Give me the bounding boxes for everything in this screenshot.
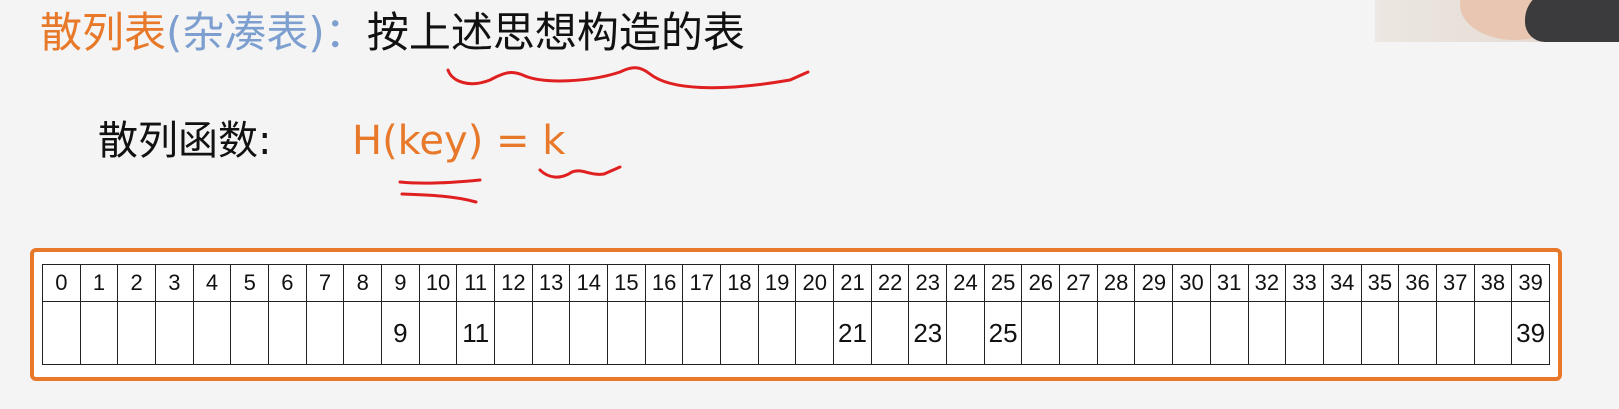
index-cell: 29 bbox=[1134, 264, 1174, 302]
index-cell: 4 bbox=[192, 264, 232, 302]
key-underline-1 bbox=[398, 178, 482, 185]
value-cell: 39 bbox=[1511, 301, 1550, 365]
value-cell bbox=[418, 301, 458, 365]
index-cell: 21 bbox=[833, 264, 872, 302]
index-cell: 31 bbox=[1209, 264, 1249, 302]
value-cell bbox=[1473, 301, 1513, 365]
index-cell: 2 bbox=[117, 264, 157, 302]
index-cell: 24 bbox=[946, 264, 985, 302]
index-cell: 26 bbox=[1021, 264, 1061, 302]
value-cell bbox=[1247, 301, 1287, 365]
index-cell: 15 bbox=[607, 264, 646, 302]
title-term: 散列表 bbox=[40, 8, 167, 57]
index-cell: 28 bbox=[1096, 264, 1136, 302]
index-cell: 37 bbox=[1435, 264, 1475, 302]
value-cell bbox=[79, 301, 119, 365]
index-cell: 17 bbox=[682, 264, 722, 302]
title-alias: (杂凑表) bbox=[166, 8, 325, 57]
value-cell bbox=[607, 301, 646, 365]
value-cell bbox=[155, 301, 194, 365]
value-cell bbox=[1172, 301, 1211, 365]
title-underline-brace bbox=[446, 66, 810, 90]
hash-table: 0 1 2 3 4 5 6 7 8 9 10 11 12 13 14 15 16 17 18 19 20 21 22 23 24… bbox=[42, 264, 1550, 365]
index-cell: 20 bbox=[795, 264, 835, 302]
hash-function-line: 散列函数: bbox=[98, 112, 271, 170]
index-cell: 16 bbox=[644, 264, 684, 302]
value-cell bbox=[757, 301, 797, 365]
value-cell: 9 bbox=[381, 301, 420, 365]
index-cell: 13 bbox=[531, 264, 571, 302]
value-cell: 21 bbox=[833, 301, 872, 365]
index-cell: 38 bbox=[1473, 264, 1513, 302]
index-cell: 32 bbox=[1247, 264, 1287, 302]
index-cell: 25 bbox=[983, 264, 1023, 302]
value-cell bbox=[230, 301, 270, 365]
index-cell: 0 bbox=[42, 264, 81, 302]
value-cell bbox=[268, 301, 307, 365]
hash-function-label: 散列函数: bbox=[98, 118, 272, 164]
hash-function-formula: H(key) = k bbox=[352, 118, 566, 164]
index-cell: 9 bbox=[381, 264, 420, 302]
value-cell bbox=[569, 301, 609, 365]
index-cell: 30 bbox=[1172, 264, 1211, 302]
value-cell bbox=[305, 301, 345, 365]
value-cell bbox=[682, 301, 722, 365]
title-colon: ： bbox=[324, 8, 367, 57]
index-cell: 18 bbox=[720, 264, 759, 302]
value-cell bbox=[1134, 301, 1174, 365]
value-cell bbox=[1435, 301, 1475, 365]
value-cell bbox=[1285, 301, 1324, 365]
index-cell: 11 bbox=[456, 264, 496, 302]
value-cell bbox=[1021, 301, 1061, 365]
value-cell: 25 bbox=[983, 301, 1023, 365]
index-cell: 23 bbox=[908, 264, 948, 302]
value-cell bbox=[720, 301, 759, 365]
index-cell: 10 bbox=[418, 264, 458, 302]
index-cell: 34 bbox=[1322, 264, 1362, 302]
index-cell: 22 bbox=[870, 264, 910, 302]
index-cell: 14 bbox=[569, 264, 609, 302]
value-cell bbox=[795, 301, 835, 365]
value-cell: 23 bbox=[908, 301, 948, 365]
index-cell: 19 bbox=[757, 264, 797, 302]
value-cell bbox=[946, 301, 985, 365]
value-cell bbox=[1209, 301, 1249, 365]
value-cell bbox=[1398, 301, 1437, 365]
index-cell: 7 bbox=[305, 264, 345, 302]
index-cell: 3 bbox=[155, 264, 194, 302]
index-cell: 36 bbox=[1398, 264, 1437, 302]
index-row: 0 1 2 3 4 5 6 7 8 9 10 11 12 13 14 15 16 17 18 19 20 21 22 23 24… bbox=[42, 264, 1550, 302]
value-cell bbox=[117, 301, 157, 365]
index-cell: 39 bbox=[1511, 264, 1550, 302]
value-cell bbox=[531, 301, 571, 365]
index-cell: 35 bbox=[1360, 264, 1400, 302]
index-cell: 27 bbox=[1059, 264, 1098, 302]
index-cell: 12 bbox=[494, 264, 533, 302]
key-underline-2 bbox=[400, 192, 478, 204]
index-cell: 5 bbox=[230, 264, 270, 302]
index-cell: 8 bbox=[343, 264, 383, 302]
value-cell bbox=[1360, 301, 1400, 365]
value-cell bbox=[1059, 301, 1098, 365]
index-cell: 1 bbox=[79, 264, 119, 302]
slide-title: 散列表(杂凑表)：按上述思想构造的表 bbox=[40, 4, 745, 62]
value-cell bbox=[494, 301, 533, 365]
value-cell bbox=[1322, 301, 1362, 365]
title-definition: 按上述思想构造的表 bbox=[366, 8, 745, 57]
value-cell bbox=[42, 301, 81, 365]
value-cell bbox=[644, 301, 684, 365]
value-cell: 11 bbox=[456, 301, 496, 365]
index-cell: 33 bbox=[1285, 264, 1324, 302]
index-cell: 6 bbox=[268, 264, 307, 302]
value-cell bbox=[1096, 301, 1136, 365]
value-cell bbox=[343, 301, 383, 365]
value-cell bbox=[870, 301, 910, 365]
value-cell bbox=[192, 301, 232, 365]
value-row: 9 11 21 23 25 39 bbox=[42, 301, 1550, 365]
presenter-hair bbox=[1525, 0, 1619, 42]
